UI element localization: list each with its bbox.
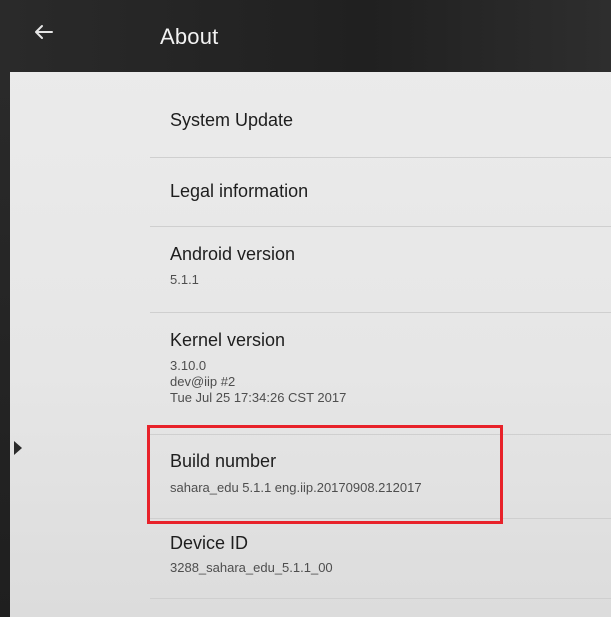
setting-summary: dev@iip #2 (170, 374, 236, 389)
arrow-left-icon[interactable] (30, 18, 58, 46)
annotation-highlight-box (147, 425, 503, 524)
setting-title: Legal information (170, 181, 309, 201)
screen: About System Update Legal information An… (0, 0, 611, 617)
side-panel-edge (0, 72, 10, 617)
setting-system-update[interactable]: System Update (150, 72, 611, 158)
setting-summary: 5.1.1 (170, 272, 199, 287)
setting-device-id[interactable]: Device ID 3288_sahara_edu_5.1.1_00 (150, 519, 611, 599)
app-bar: About (0, 0, 611, 72)
setting-title: Android version (170, 244, 296, 264)
setting-summary: Tue Jul 25 17:34:26 CST 2017 (170, 390, 347, 405)
setting-title: Device ID (170, 533, 249, 553)
setting-android-version[interactable]: Android version 5.1.1 (150, 227, 611, 313)
setting-summary: 3.10.0 (170, 358, 207, 373)
setting-title: Kernel version (170, 330, 286, 350)
expand-panel-icon[interactable] (14, 441, 22, 455)
page-title: About (160, 24, 219, 49)
setting-legal-information[interactable]: Legal information (150, 158, 611, 227)
setting-title: System Update (170, 110, 294, 130)
setting-summary: 3288_sahara_edu_5.1.1_00 (170, 560, 333, 575)
setting-kernel-version[interactable]: Kernel version 3.10.0 dev@iip #2 Tue Jul… (150, 313, 611, 435)
